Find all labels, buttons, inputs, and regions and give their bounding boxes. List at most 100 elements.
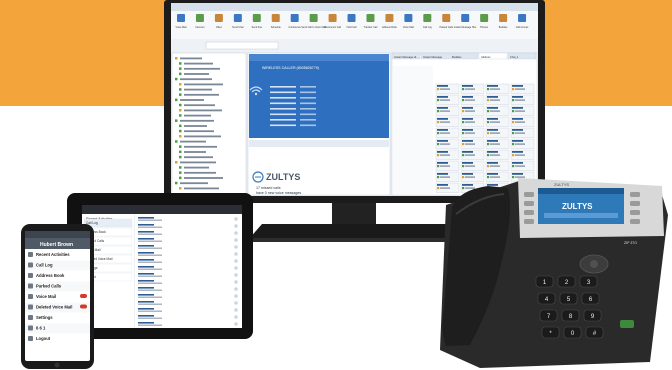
line-key[interactable]: [524, 201, 534, 206]
contact-card[interactable]: [510, 149, 535, 160]
buddy-row[interactable]: [180, 78, 212, 81]
contact-card[interactable]: [435, 127, 460, 138]
buddy-row[interactable]: [184, 125, 207, 127]
smartphone-menu-item[interactable]: Deleted Voice Mail: [25, 302, 90, 313]
buddy-row[interactable]: [184, 151, 206, 153]
buddy-row[interactable]: [184, 171, 216, 174]
speaker-button[interactable]: [620, 320, 634, 328]
buddy-row[interactable]: [180, 161, 216, 164]
address-tab[interactable]: Chat_1: [507, 52, 537, 60]
line-key[interactable]: [524, 192, 534, 197]
buddy-row[interactable]: [184, 114, 211, 117]
contact-card[interactable]: [460, 171, 485, 182]
buddy-row[interactable]: [184, 62, 213, 65]
contact-card[interactable]: [460, 116, 485, 127]
contact-card[interactable]: [510, 127, 535, 138]
contact-card[interactable]: [435, 149, 460, 160]
contact-card[interactable]: [435, 160, 460, 171]
search-input[interactable]: [205, 41, 279, 50]
toolbar-button[interactable]: Buddies: [499, 14, 508, 29]
address-tab[interactable]: Instant Message Hi...: [391, 52, 421, 60]
home-button[interactable]: [54, 362, 60, 368]
keypad-key[interactable]: 2: [557, 275, 576, 288]
contact-card[interactable]: [435, 171, 460, 182]
contact-card[interactable]: [485, 127, 510, 138]
address-tab[interactable]: Address: [478, 52, 508, 60]
toolbar-button[interactable]: Intercom: [195, 14, 205, 29]
buddy-row[interactable]: [184, 177, 223, 179]
line-key[interactable]: [524, 219, 534, 224]
contact-card[interactable]: [510, 83, 535, 94]
buddy-row[interactable]: [184, 83, 223, 86]
keypad-key[interactable]: 9: [583, 309, 602, 322]
smartphone-menu-item[interactable]: 6 6 1: [25, 323, 90, 334]
buddy-row[interactable]: [184, 187, 219, 190]
keypad-key[interactable]: 3: [579, 275, 598, 288]
buddy-row[interactable]: [180, 99, 204, 101]
smartphone-menu-item[interactable]: Voice Mail: [25, 292, 90, 302]
contact-card[interactable]: [435, 138, 460, 149]
contact-card[interactable]: [510, 116, 535, 127]
line-key[interactable]: [630, 219, 640, 224]
buddy-row[interactable]: [184, 109, 222, 112]
contact-card[interactable]: [435, 182, 460, 193]
line-key[interactable]: [630, 210, 640, 215]
address-tab[interactable]: Buddies: [449, 52, 479, 60]
buddy-row[interactable]: [184, 67, 220, 70]
keypad-key[interactable]: 7: [539, 309, 558, 322]
buddy-row[interactable]: [184, 130, 214, 133]
contact-card[interactable]: [460, 127, 485, 138]
contact-card[interactable]: [460, 160, 485, 171]
contact-card[interactable]: [510, 105, 535, 116]
smartphone-menu-item[interactable]: Recent Activities: [25, 250, 90, 260]
buddy-row[interactable]: [180, 140, 206, 143]
buddy-row[interactable]: [184, 135, 221, 138]
contact-card[interactable]: [435, 116, 460, 127]
keypad-key[interactable]: 8: [561, 309, 580, 322]
keypad-key[interactable]: #: [585, 326, 604, 339]
buddy-row[interactable]: [184, 104, 215, 107]
contact-card[interactable]: [460, 138, 485, 149]
buddy-row[interactable]: [184, 73, 209, 75]
contact-card[interactable]: [485, 83, 510, 94]
contact-card[interactable]: [510, 94, 535, 105]
contact-card[interactable]: [460, 83, 485, 94]
buddy-row[interactable]: [184, 145, 217, 148]
contact-card[interactable]: [510, 160, 535, 171]
buddy-row[interactable]: [180, 182, 208, 185]
keypad-key[interactable]: 4: [537, 292, 556, 305]
smartphone-menu-item[interactable]: Logout: [25, 334, 90, 344]
buddy-row[interactable]: [184, 156, 213, 159]
contact-card[interactable]: [485, 138, 510, 149]
keypad-key[interactable]: 0: [563, 326, 582, 339]
contact-card[interactable]: [485, 94, 510, 105]
contact-card[interactable]: [485, 105, 510, 116]
keypad-key[interactable]: 1: [535, 275, 554, 288]
address-tab[interactable]: Instant Message: [420, 52, 450, 60]
contact-card[interactable]: [485, 160, 510, 171]
keypad-key[interactable]: *: [541, 326, 560, 339]
contact-card[interactable]: [435, 83, 460, 94]
toolbar-button[interactable]: Video: [214, 14, 223, 29]
contact-card[interactable]: [460, 94, 485, 105]
contact-card[interactable]: [485, 116, 510, 127]
tablet-menu-item[interactable]: Call Log: [83, 218, 133, 228]
contact-card[interactable]: [460, 149, 485, 160]
keypad-key[interactable]: 5: [559, 292, 578, 305]
buddy-row[interactable]: [180, 119, 214, 122]
buddy-row[interactable]: [184, 93, 219, 96]
toolbar-button[interactable]: Hold Call: [347, 14, 357, 29]
smartphone-menu-item[interactable]: Settings: [25, 313, 90, 323]
contact-card[interactable]: [485, 171, 510, 182]
contact-card[interactable]: [485, 149, 510, 160]
line-key[interactable]: [630, 201, 640, 206]
contact-card[interactable]: [435, 94, 460, 105]
smartphone-menu-item[interactable]: Address Book: [25, 271, 90, 281]
toolbar-button[interactable]: Call Log: [423, 14, 432, 29]
line-key[interactable]: [630, 192, 640, 197]
contact-card[interactable]: [460, 105, 485, 116]
contact-card[interactable]: [435, 105, 460, 116]
buddy-row[interactable]: [184, 166, 209, 169]
toolbar-button[interactable]: Phones: [480, 14, 489, 29]
buddy-row[interactable]: [184, 88, 212, 91]
